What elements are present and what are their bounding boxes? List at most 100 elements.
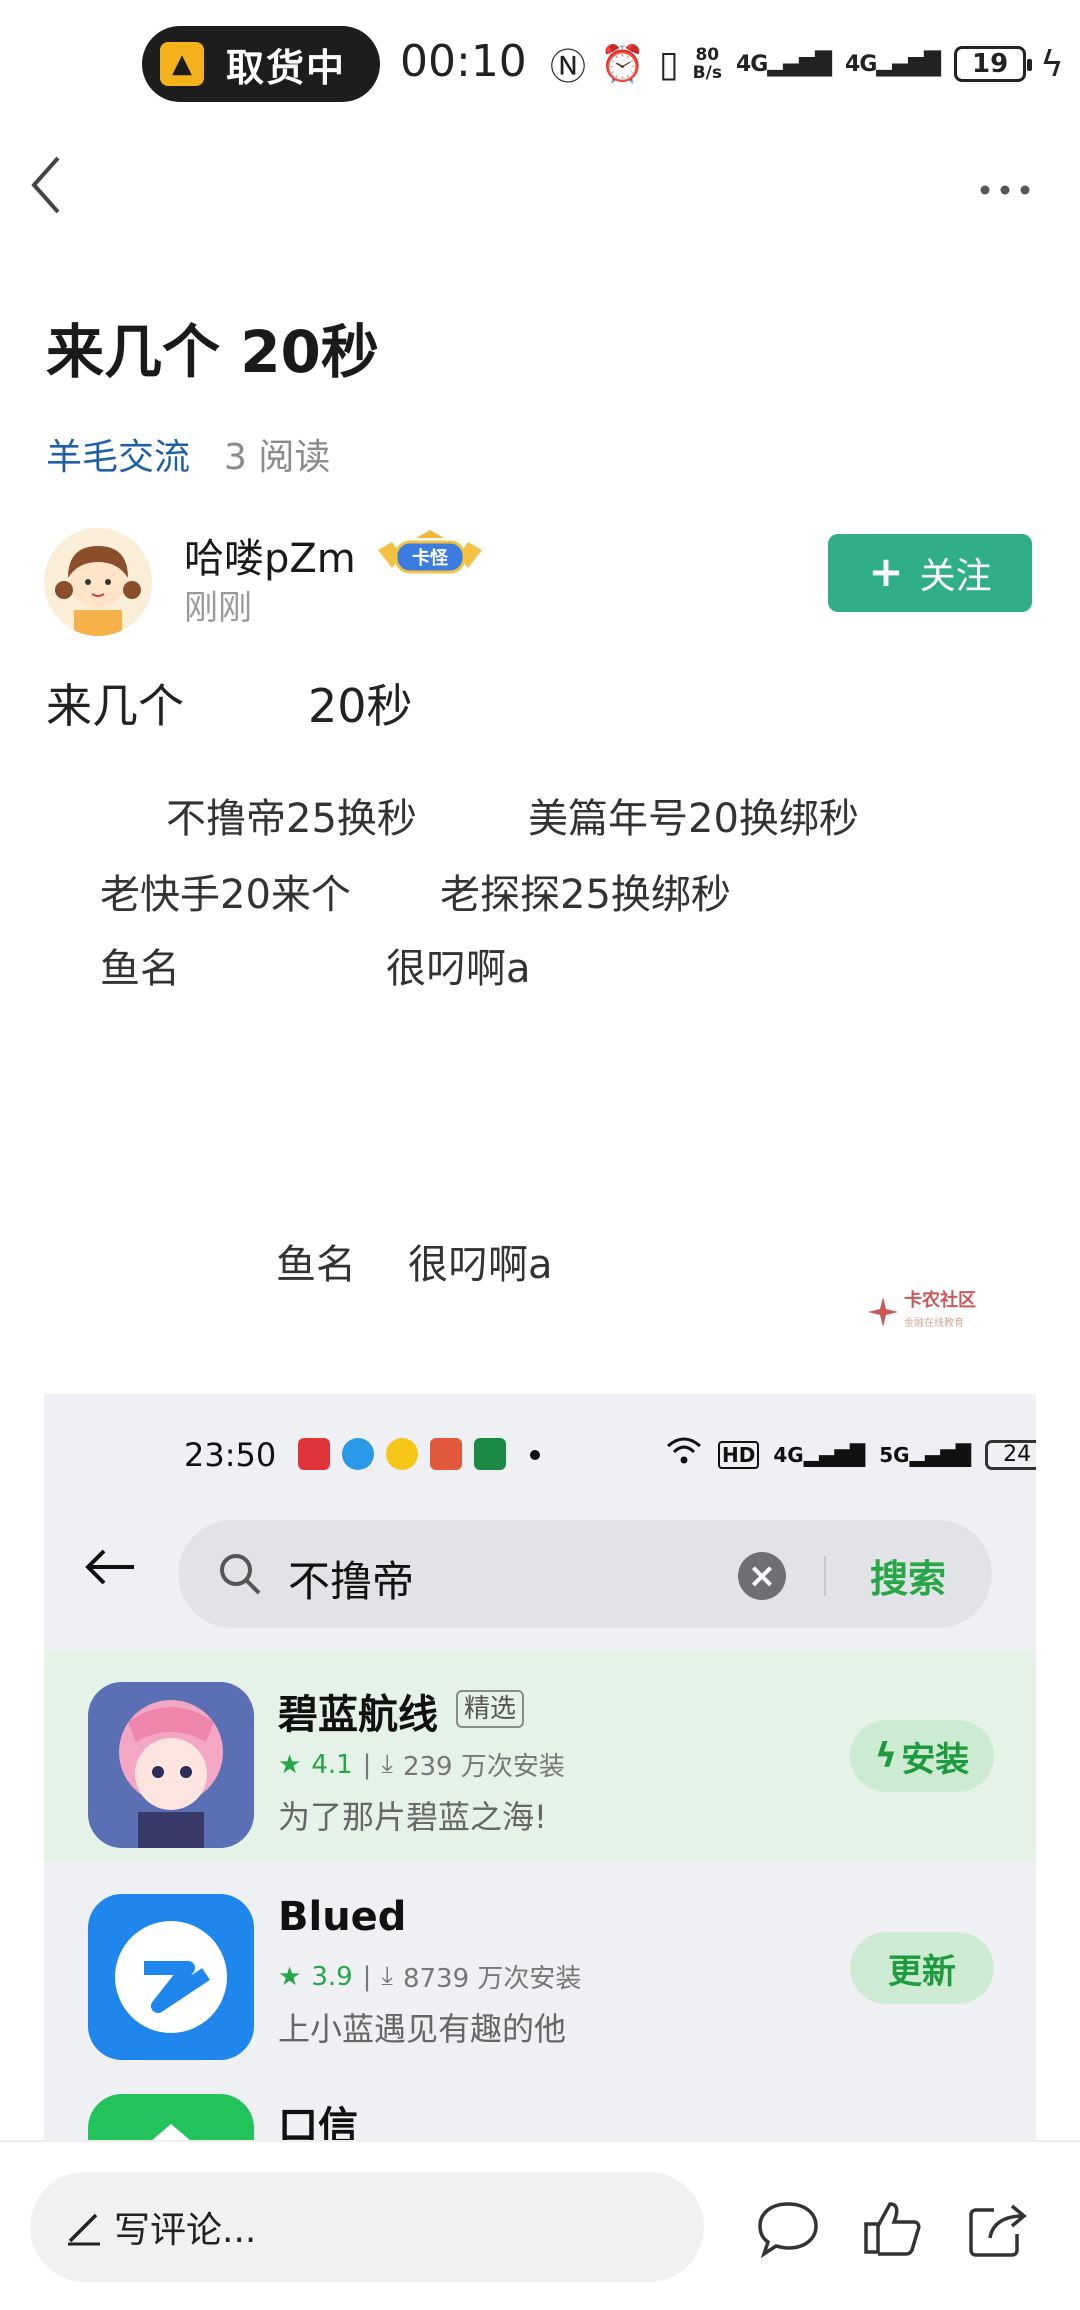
more-options-icon[interactable] [975, 160, 1045, 210]
list-item: 美篇年号20换绑秒 [528, 796, 859, 842]
post-time: 刚刚 [184, 588, 252, 628]
signal-icon-2: 4G▂▄▆█ [845, 51, 941, 77]
download-icon: ⤓ [381, 1961, 393, 1991]
alarm-icon: ⏰ [600, 44, 645, 85]
level-badge: 卡怪 [372, 528, 488, 582]
embedded-clock: 23:50 [184, 1436, 277, 1474]
search-button[interactable]: 搜索 [870, 1548, 946, 1603]
app-name: Blued [278, 1894, 407, 1940]
signal-icon-4g: 4G▂▄▆█ [773, 1442, 866, 1467]
app-rating: 4.1 [311, 1749, 353, 1780]
install-label: 安装 [901, 1739, 970, 1780]
post-title: 来几个 20秒 [46, 318, 379, 386]
app-stats: ★ 4.1 | ⤓ 239 万次安装 [278, 1746, 565, 1783]
nfc-icon: Ⓝ [550, 47, 587, 88]
star-icon: ★ [278, 1961, 302, 1992]
embedded-status-bar: 23:50 HD 4G▂▄▆█ 5G▂▄▆█ 24 [44, 1394, 1036, 1494]
app-description: 上小蓝遇见有趣的他 [278, 2010, 567, 2048]
signal-icon-1: 4G▂▄▆█ [735, 51, 832, 77]
embedded-battery-icon: 24 [985, 1439, 1036, 1470]
footer-text-b: 很叼啊a [408, 1242, 553, 1288]
weibo-icon [386, 1438, 418, 1470]
wifi-icon [664, 1436, 704, 1473]
signal-icon-5g: 5G▂▄▆█ [879, 1442, 972, 1467]
body-text-1a: 来几个 [46, 679, 184, 733]
app-list-item[interactable]: 口信 [44, 2074, 1036, 2140]
bottom-action-bar: 写评论... [0, 2140, 1080, 2310]
post-meta: 羊毛交流 3 阅读 [46, 428, 330, 480]
embedded-back-arrow-icon[interactable] [84, 1544, 138, 1596]
app-installs: 239 万次安装 [402, 1752, 565, 1782]
like-icon[interactable] [860, 2198, 924, 2258]
app-icon-qidian [298, 1438, 330, 1470]
blued-app-icon [88, 1894, 254, 2060]
badge-text: 卡怪 [412, 547, 449, 569]
separator: | [362, 1961, 372, 1992]
qq-icon [342, 1438, 374, 1470]
update-button[interactable]: 更新 [850, 1932, 994, 2004]
net-speed: 80 B/s [692, 45, 722, 83]
oppo-icon [474, 1438, 506, 1470]
app-name: 口信 [278, 2104, 358, 2140]
battery-icon: 19 [954, 46, 1033, 82]
more-notifications-icon [530, 1450, 540, 1460]
delivery-status-pill[interactable]: ▲ 取货中 [142, 26, 380, 102]
comment-input[interactable]: 写评论... [30, 2172, 704, 2282]
watermark-logo-icon [866, 1295, 900, 1329]
embedded-status-icons: HD 4G▂▄▆█ 5G▂▄▆█ 24 [664, 1436, 1036, 1473]
list-item: 老快手20来个 [100, 872, 351, 918]
list-item: 很叼啊a [386, 946, 531, 992]
hd-icon: HD [718, 1440, 760, 1469]
read-count: 3 阅读 [224, 437, 331, 478]
body-text-1b: 20秒 [308, 679, 413, 733]
update-label: 更新 [888, 1951, 956, 1992]
separator: | [362, 1749, 372, 1780]
list-item: 老探探25换绑秒 [440, 872, 731, 918]
share-icon[interactable] [966, 2198, 1030, 2258]
search-input[interactable]: 不撸帝 [288, 1548, 414, 1609]
clear-icon[interactable]: × [738, 1552, 786, 1600]
watermark-text: 卡农社区 金融在线教育 [904, 1289, 976, 1329]
back-icon[interactable] [26, 150, 86, 230]
app-list-item[interactable]: Blued ★ 3.9 | ⤓ 8739 万次安装 上小蓝遇见有趣的他 更新 [44, 1862, 1036, 2074]
search-divider [824, 1556, 826, 1596]
app-description: 为了那片碧蓝之海! [278, 1798, 547, 1836]
install-button[interactable]: ϟ 安装 [850, 1720, 994, 1792]
comment-placeholder: 写评论... [114, 2210, 257, 2251]
list-item: 不撸帝25换秒 [166, 796, 417, 842]
embedded-search-bar[interactable]: 不撸帝 × 搜索 [178, 1520, 992, 1628]
star-icon: ★ [278, 1749, 302, 1780]
footer-text-a: 鱼名 [276, 1242, 356, 1288]
app-name: 碧蓝航线 [278, 1692, 438, 1738]
pencil-icon [64, 2207, 104, 2247]
category-link[interactable]: 羊毛交流 [46, 428, 190, 480]
search-icon [216, 1550, 264, 1598]
app-icon-green [88, 2094, 254, 2140]
site-watermark: 卡农社区 金融在线教育 [866, 1290, 986, 1334]
delivery-icon: ▲ [160, 42, 204, 86]
app-installs: 8739 万次安装 [402, 1964, 582, 1994]
author-name[interactable]: 哈喽pZm [184, 526, 356, 584]
azur-lane-app-icon [88, 1682, 254, 1848]
status-clock: 00:10 [400, 36, 527, 87]
app-rating: 3.9 [311, 1961, 353, 1992]
comment-icon[interactable] [756, 2198, 820, 2259]
app-icon-game [430, 1438, 462, 1470]
author-row: 哈喽pZm 卡怪 刚刚 + 关注 [44, 522, 1044, 642]
embedded-screenshot[interactable]: 23:50 HD 4G▂▄▆█ 5G▂▄▆█ 24 不撸帝 × 搜索 碧蓝航线 … [44, 1394, 1036, 2140]
pill-text: 取货中 [226, 45, 347, 90]
vibrate-icon: ▯ [658, 43, 679, 85]
status-icons: Ⓝ ⏰ ▯ 80 B/s 4G▂▄▆█ 4G▂▄▆█ 19 ϟ [550, 38, 1064, 90]
download-icon: ⤓ [381, 1749, 393, 1779]
charging-icon: ϟ [1040, 43, 1064, 85]
follow-label: 关注 [919, 556, 992, 597]
lightning-icon: ϟ [874, 1736, 898, 1776]
follow-button[interactable]: + 关注 [828, 534, 1032, 612]
status-bar: ▲ 取货中 00:10 Ⓝ ⏰ ▯ 80 B/s 4G▂▄▆█ 4G▂▄▆█ 19… [0, 0, 1080, 130]
avatar[interactable] [44, 528, 152, 636]
app-list-item[interactable]: 碧蓝航线 精选 ★ 4.1 | ⤓ 239 万次安装 为了那片碧蓝之海! ϟ 安… [44, 1650, 1036, 1862]
plus-icon: + [868, 546, 904, 596]
list-item: 鱼名 [100, 946, 180, 992]
app-stats: ★ 3.9 | ⤓ 8739 万次安装 [278, 1958, 581, 1995]
featured-tag: 精选 [456, 1690, 525, 1728]
